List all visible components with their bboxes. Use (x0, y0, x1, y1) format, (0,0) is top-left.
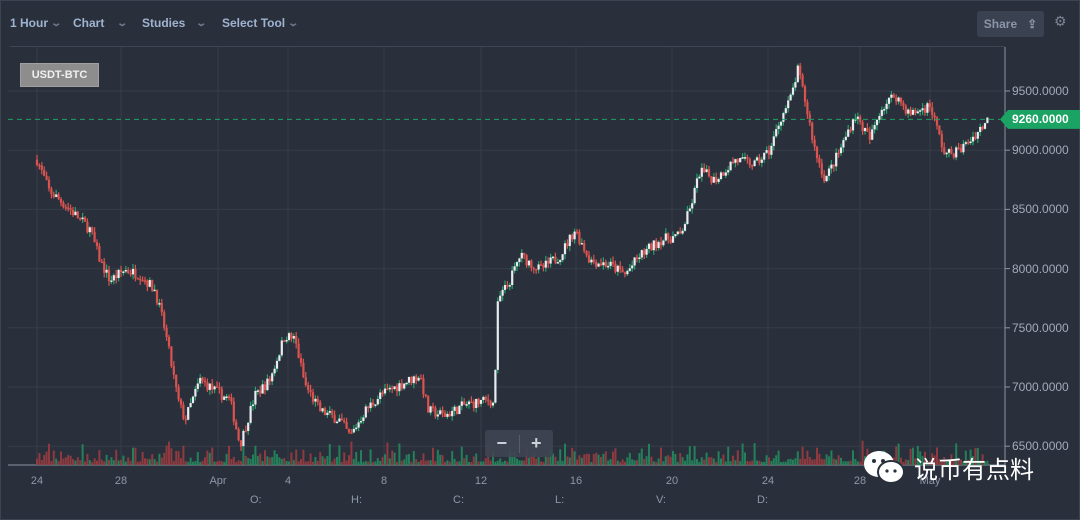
watermark-text: 说币有点料 (914, 456, 1034, 484)
ohlc-label: O: (250, 494, 262, 506)
ohlc-label: V: (656, 494, 666, 506)
ohlc-label: L: (555, 494, 565, 506)
ohlc-label: H: (351, 494, 362, 506)
ohlc-label: C: (453, 494, 464, 506)
current-price-label: 9260.0000 (1000, 109, 1080, 129)
ohlc-label: D: (757, 494, 768, 506)
wechat-logo-icon (864, 451, 905, 484)
watermark: 说币有点料 (862, 448, 1034, 486)
ohlc-readout: O: H: C: L: V: D: (0, 0, 1080, 520)
